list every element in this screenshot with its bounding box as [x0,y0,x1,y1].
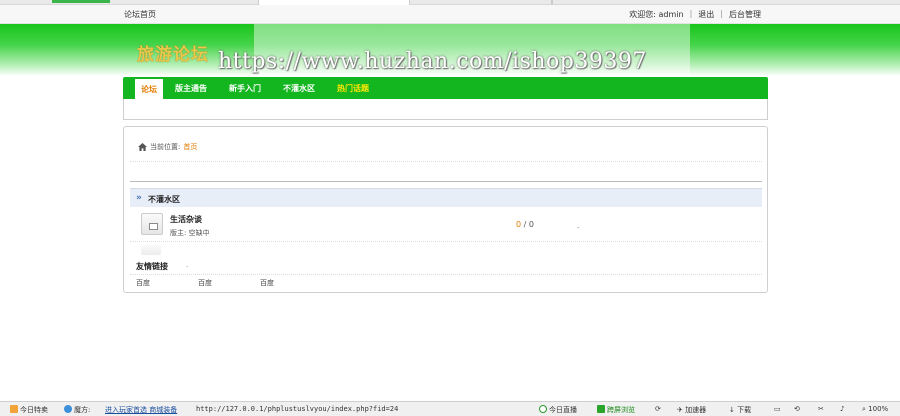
zoom-icon: ⌕ [862,405,866,413]
watermark-text: https://www.huzhan.com/ishop39397 [218,49,647,74]
sub-nav [123,99,768,120]
today-deals[interactable]: 今日特卖 [10,405,48,415]
screen-icon [597,405,605,413]
main-nav: 论坛 版主通告 新手入门 不灌水区 热门话题 [123,77,768,99]
rocket-icon: ✈ [677,406,683,414]
nav-item-hot-topics[interactable]: 热门话题 [337,83,369,94]
breadcrumb: 当前位置: 首页 [138,142,197,152]
window-icon[interactable]: ▭ [774,405,781,413]
links-icon [141,245,161,255]
top-bar: 论坛首页 欢迎您: admin | 退出 | 后台管理 [0,5,900,24]
forum-section-title[interactable]: 不灌水区 [148,194,180,205]
admin-link[interactable]: 后台管理 [723,9,767,20]
sound-icon[interactable]: ♪ [840,405,844,413]
friend-links-title: 友情链接 [136,262,168,271]
friend-link[interactable]: 百度 [260,278,322,288]
divider [130,181,762,182]
magic-cube[interactable]: 魔方: [64,405,90,415]
live-button[interactable]: 今日直播 [539,405,577,415]
sync-icon[interactable]: ⟲ [794,405,800,413]
nav-item-moderator-notice[interactable]: 版主通告 [175,83,207,94]
nav-item-beginner[interactable]: 新手入门 [229,83,261,94]
post-count: 0 [528,220,534,229]
forum-icon [141,213,163,235]
play-icon [539,405,547,413]
topic-count: 0 [516,220,522,229]
user-links: 欢迎您: admin | 退出 | 后台管理 [623,9,767,20]
breadcrumb-current[interactable]: 首页 [183,142,197,152]
accelerator-button[interactable]: ✈ 加速器 [677,405,706,415]
zoom-control[interactable]: ⌕ 100% [862,405,888,414]
fullscreen-button[interactable]: 跨屏浏览 [597,405,635,415]
cube-icon [64,405,72,413]
gift-icon [10,405,18,413]
promo-link[interactable]: 进入玩家首选 商城装备 [105,405,177,415]
screenshot-icon[interactable]: ✂ [818,405,824,413]
site-title[interactable]: 旅游论坛 [137,40,209,65]
divider [130,161,762,162]
active-tab-indicator[interactable] [52,0,110,3]
nav-item-no-spam[interactable]: 不灌水区 [283,83,315,94]
nav-item-forum[interactable]: 论坛 [135,77,163,99]
logout-link[interactable]: 退出 [692,9,720,20]
friend-link[interactable]: 百度 [136,278,198,288]
friend-links: 百度 百度 百度 [136,278,322,288]
main-content: 当前位置: 首页 » 不灌水区 生活杂谈 版主: 空缺中 0 / 0 - 友情链… [123,126,768,293]
forum-section-header: » 不灌水区 [130,188,762,207]
forum-name[interactable]: 生活杂谈 [170,214,202,225]
download-icon: ↓ [729,406,735,414]
breadcrumb-label: 当前位置: [150,143,181,151]
friend-links-dot: . [186,261,189,269]
double-chevron-icon: » [136,193,142,203]
home-icon [138,143,147,151]
welcome-text: 欢迎您: admin [629,10,684,19]
divider [130,274,762,275]
forum-home-link[interactable]: 论坛首页 [124,9,156,20]
forum-last-post: - [577,224,580,232]
forum-row: 生活杂谈 版主: 空缺中 0 / 0 - [130,208,762,242]
forum-moderator: 版主: 空缺中 [170,229,210,237]
friend-link[interactable]: 百度 [198,278,260,288]
browser-status-bar: 今日特卖 魔方: 进入玩家首选 商城装备 http://127.0.0.1/ph… [0,401,900,416]
refresh-icon[interactable]: ⟳ [655,405,661,413]
status-url: http://127.0.0.1/phplustuslvyou/index.ph… [196,405,399,413]
forum-stats: 0 / 0 [516,220,534,229]
download-button[interactable]: ↓ 下载 [729,405,751,415]
